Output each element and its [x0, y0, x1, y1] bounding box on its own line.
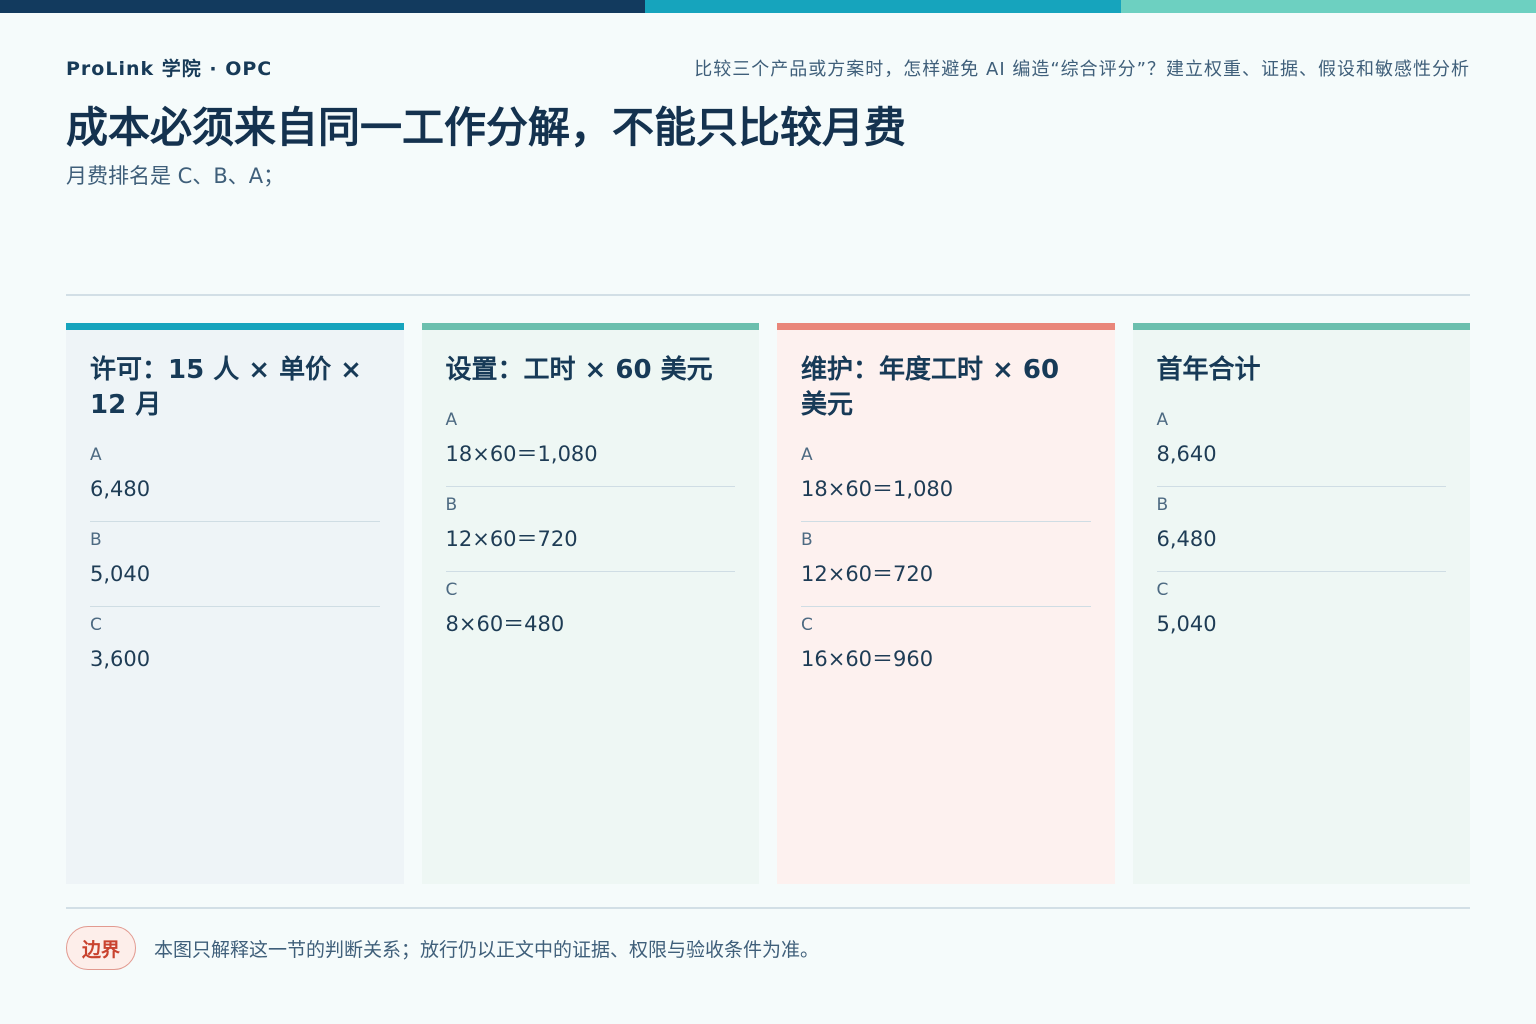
card-setup: 设置：工时 × 60 美元 A 18×60＝1,080 B 12×60＝720 … [421, 323, 759, 884]
card-row: B 5,040 [90, 522, 380, 607]
card-accent-bar [66, 323, 404, 330]
card-row: B 12×60＝720 [801, 522, 1091, 607]
row-label: B [801, 530, 813, 550]
row-value: 16×60＝960 [801, 647, 934, 671]
row-value: 8×60＝480 [445, 612, 565, 636]
row-value: 18×60＝1,080 [445, 442, 598, 466]
card-row: A 18×60＝1,080 [801, 437, 1091, 522]
card-row: B 12×60＝720 [445, 487, 735, 572]
row-label: A [445, 410, 458, 430]
row-label: C [801, 615, 813, 635]
card-row: B 6,480 [1156, 487, 1446, 572]
card-row: A 18×60＝1,080 [445, 402, 735, 487]
card-row: C 3,600 [90, 607, 380, 691]
card-rows: A 8,640 B 6,480 C 5,040 [1156, 402, 1447, 656]
row-label: A [1156, 410, 1169, 430]
header-question: 比较三个产品或方案时，怎样避免 AI 编造“综合评分”？建立权重、证据、假设和敏… [694, 58, 1470, 80]
card-rows: A 18×60＝1,080 B 12×60＝720 C 8×60＝480 [445, 402, 736, 656]
card-title: 设置：工时 × 60 美元 [445, 355, 713, 385]
row-value: 5,040 [90, 562, 151, 586]
row-value: 6,480 [1156, 527, 1217, 551]
row-label: A [801, 445, 813, 465]
top-bar-segment-mint [1121, 0, 1536, 13]
card-rows: A 18×60＝1,080 B 12×60＝720 C 16×60＝960 [801, 437, 1091, 691]
row-label: A [90, 445, 102, 465]
card-row: C 5,040 [1157, 572, 1447, 656]
top-color-bar [0, 0, 1536, 13]
card-row: A 8,640 [1156, 402, 1446, 487]
row-value: 6,480 [90, 477, 151, 501]
page-title: 成本必须来自同一工作分解，不能只比较月费 [66, 103, 907, 152]
row-label: B [90, 530, 102, 550]
cost-cards: 许可：15 人 × 单价 × 12 月 A 6,480 B 5,040 C 3,… [66, 323, 1470, 884]
card-accent-bar [777, 323, 1115, 330]
row-value: 12×60＝720 [801, 562, 934, 586]
footer-note: 本图只解释这一节的判断关系；放行仍以正文中的证据、权限与验收条件为准。 [154, 938, 820, 961]
card-row: A 6,480 [90, 437, 380, 522]
header-row: ProLink 学院 · OPC 比较三个产品或方案时，怎样避免 AI 编造“综… [66, 54, 1470, 81]
page-subtitle: 月费排名是 C、B、A； [66, 164, 285, 188]
top-bar-segment-teal [645, 0, 1121, 13]
row-value: 8,640 [1156, 442, 1217, 466]
card-row: C 8×60＝480 [446, 572, 736, 656]
row-label: B [1156, 495, 1169, 515]
row-value: 5,040 [1156, 612, 1217, 636]
brand-label: ProLink 学院 · OPC [66, 58, 273, 80]
card-license: 许可：15 人 × 单价 × 12 月 A 6,480 B 5,040 C 3,… [66, 323, 404, 884]
row-label: B [445, 495, 458, 515]
card-title: 许可：15 人 × 单价 × 12 月 [90, 355, 362, 420]
bottom-divider [66, 907, 1470, 909]
row-label: C [1156, 580, 1169, 600]
card-accent-bar [1132, 323, 1470, 330]
row-label: C [445, 580, 458, 600]
card-maintenance: 维护：年度工时 × 60 美元 A 18×60＝1,080 B 12×60＝72… [777, 323, 1115, 884]
row-value: 3,600 [90, 647, 151, 671]
top-bar-segment-dark [0, 0, 645, 13]
boundary-badge: 边界 [66, 926, 136, 970]
card-row: C 16×60＝960 [801, 607, 1091, 691]
card-first-year-total: 首年合计 A 8,640 B 6,480 C 5,040 [1132, 323, 1470, 884]
card-title: 首年合计 [1156, 355, 1261, 385]
footer: 边界 本图只解释这一节的判断关系；放行仍以正文中的证据、权限与验收条件为准。 [66, 926, 819, 970]
top-divider [66, 294, 1470, 296]
row-value: 12×60＝720 [445, 527, 578, 551]
card-accent-bar [421, 323, 759, 330]
row-label: C [90, 615, 102, 635]
card-title: 维护：年度工时 × 60 美元 [801, 355, 1060, 420]
row-value: 18×60＝1,080 [801, 477, 954, 501]
card-rows: A 6,480 B 5,040 C 3,600 [90, 437, 380, 691]
